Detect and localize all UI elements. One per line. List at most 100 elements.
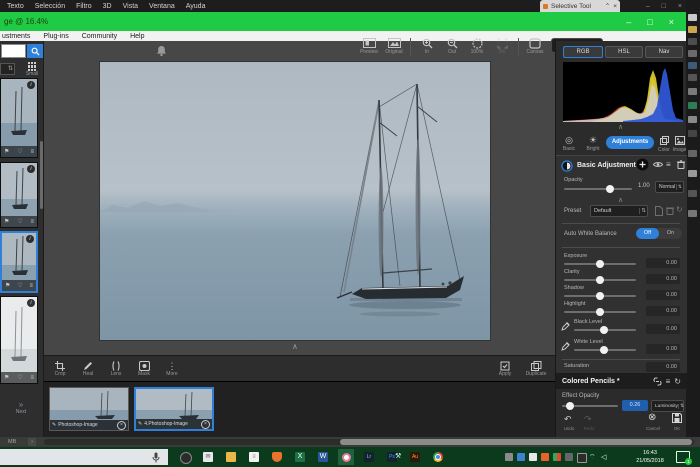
thumb-menu-icon[interactable]: ≡ [30,149,34,155]
effect-menu-icon[interactable]: ≡ [666,377,671,386]
ps-panel-icon[interactable] [688,74,697,81]
minimize-icon[interactable]: – [646,3,650,10]
reset-icon[interactable]: ↻ [676,205,683,214]
tab-nav[interactable]: Nav [645,46,683,58]
fit-button[interactable]: Fit [493,37,511,55]
undo-icon[interactable]: ↶ [564,415,572,424]
effect-reset-icon[interactable]: ↻ [674,377,681,386]
close-icon[interactable]: × [678,3,682,10]
tray-icon[interactable] [577,453,587,463]
menu-help[interactable]: Help [130,33,144,40]
filter-image[interactable]: Image [672,135,687,153]
taskbar-app-vlc[interactable] [272,452,282,462]
microphone-icon[interactable] [152,452,160,463]
awb-on-option[interactable]: On [659,228,682,239]
tray-person-icon[interactable]: ⚒ [395,452,403,460]
opacity-value[interactable]: 1.00 [638,183,650,189]
blend-mode-dropdown[interactable]: Normal ⇅ [655,181,684,193]
like-icon[interactable]: ♡ [17,148,22,155]
notification-bell-icon[interactable] [156,45,167,57]
taskbar-app-cortana[interactable] [180,452,192,464]
effect-link-icon[interactable] [653,377,662,386]
maximize-icon[interactable]: □ [662,3,666,10]
network-icon[interactable]: ⌔ [589,453,599,461]
ps-panel-icon[interactable] [688,88,697,95]
canvas-button[interactable]: Canvas [526,37,544,55]
info-icon[interactable]: i [27,299,35,307]
menu-community[interactable]: Community [82,33,117,40]
like-icon[interactable]: ♡ [17,374,22,381]
flag-icon[interactable]: ⚑ [5,282,10,289]
black-level-slider[interactable] [574,329,636,331]
effect-opacity-slider-thumb[interactable] [566,402,574,410]
ps-panel-icon[interactable] [688,26,697,33]
plugin-minimize-icon[interactable]: – [626,17,631,27]
tray-icon[interactable] [553,453,561,461]
menu-3d[interactable]: 3D [103,3,112,10]
effect-opacity-slider[interactable] [562,405,618,407]
original-button[interactable]: Original [385,37,403,55]
info-icon[interactable]: i [27,81,35,89]
ok-save-icon[interactable] [672,413,682,423]
selective-tool-window[interactable]: Selective Tool ⌃ × [540,0,620,12]
menu-texto[interactable]: Texto [7,3,24,10]
thumb-settings-icon[interactable]: × [201,420,210,429]
zoom-in-button[interactable]: In [418,37,436,55]
selective-tool-close-icon[interactable]: × [613,3,617,10]
thumb-size-dropdown[interactable]: ⇅ [0,63,15,75]
awb-toggle[interactable]: Off On [636,228,682,239]
lens-tool[interactable]: Lens [106,360,126,377]
more-tools[interactable]: ⋮ More [162,360,182,377]
flag-icon[interactable]: ⚑ [4,374,9,381]
taskbar-app-notes[interactable]: ≡ [249,452,259,462]
clarity-slider[interactable] [564,279,636,281]
histogram-collapse-icon[interactable]: ∧ [618,123,623,131]
menu-vista[interactable]: Vista [123,3,138,10]
plugin-close-icon[interactable]: × [669,17,674,27]
black-level-value[interactable]: 0.00 [646,324,680,334]
save-preset-icon[interactable] [655,206,663,216]
exposure-slider[interactable] [564,263,636,265]
taskbar-clock[interactable]: 16:43 21/05/2018 [630,449,670,465]
opacity-slider-thumb[interactable] [606,185,614,193]
search-input[interactable] [1,44,26,58]
taskbar-app-lightroom[interactable]: Lr [364,452,374,462]
filter-basic[interactable]: ◎ Basic [558,135,580,152]
delete-trash-icon[interactable] [677,160,685,169]
crop-tool[interactable]: Crop [50,360,70,377]
preview-button[interactable]: Preview [360,37,378,55]
menu-ayuda[interactable]: Ayuda [186,3,206,10]
saturation-value[interactable]: 0.00 [646,362,680,372]
like-icon[interactable]: ♡ [17,282,22,289]
awb-off-option[interactable]: Off [636,228,659,239]
clarity-value[interactable]: 0.00 [646,274,680,284]
redo-icon[interactable]: ↷ [584,415,592,424]
tray-icon[interactable] [517,453,525,461]
ps-panel-icon[interactable] [688,130,697,137]
pane-collapse-icon[interactable]: ∧ [618,196,623,204]
tray-icon[interactable] [505,453,513,461]
filter-bright[interactable]: ☀ Bright [582,135,604,152]
filter-adjustments-selected[interactable]: Adjustments [606,136,654,149]
sidebar-scrollbar[interactable] [40,141,43,209]
effect-opacity-value-selected[interactable]: 0.26 [622,400,648,411]
shadow-slider-thumb[interactable] [596,292,604,300]
ps-panel-icon[interactable] [688,170,697,177]
pane-menu-icon[interactable]: ≡ [666,160,671,169]
menu-filtro[interactable]: Filtro [76,3,92,10]
browser-thumbnail[interactable]: i ⚑ ♡ ≡ [0,78,38,158]
filmstrip-collapse-icon[interactable]: ∧ [292,342,298,351]
filter-color[interactable]: Color [656,135,672,153]
white-eyedropper-icon[interactable] [561,341,570,351]
zoom-out-button[interactable]: Out [443,37,461,55]
ps-panel-icon[interactable] [688,50,697,57]
taskbar-app-excel[interactable]: X [295,452,305,462]
white-level-slider[interactable] [574,349,636,351]
white-level-slider-thumb[interactable] [600,346,608,354]
ps-panel-icon[interactable] [688,116,697,123]
taskbar-search-box[interactable] [0,449,168,465]
effect-blend-dropdown[interactable]: Luminosity ⇅ [651,400,684,412]
shadow-value[interactable]: 0.00 [646,290,680,300]
preset-dropdown[interactable]: Default ⇅ [590,205,648,217]
tab-rgb[interactable]: RGB [563,46,603,58]
